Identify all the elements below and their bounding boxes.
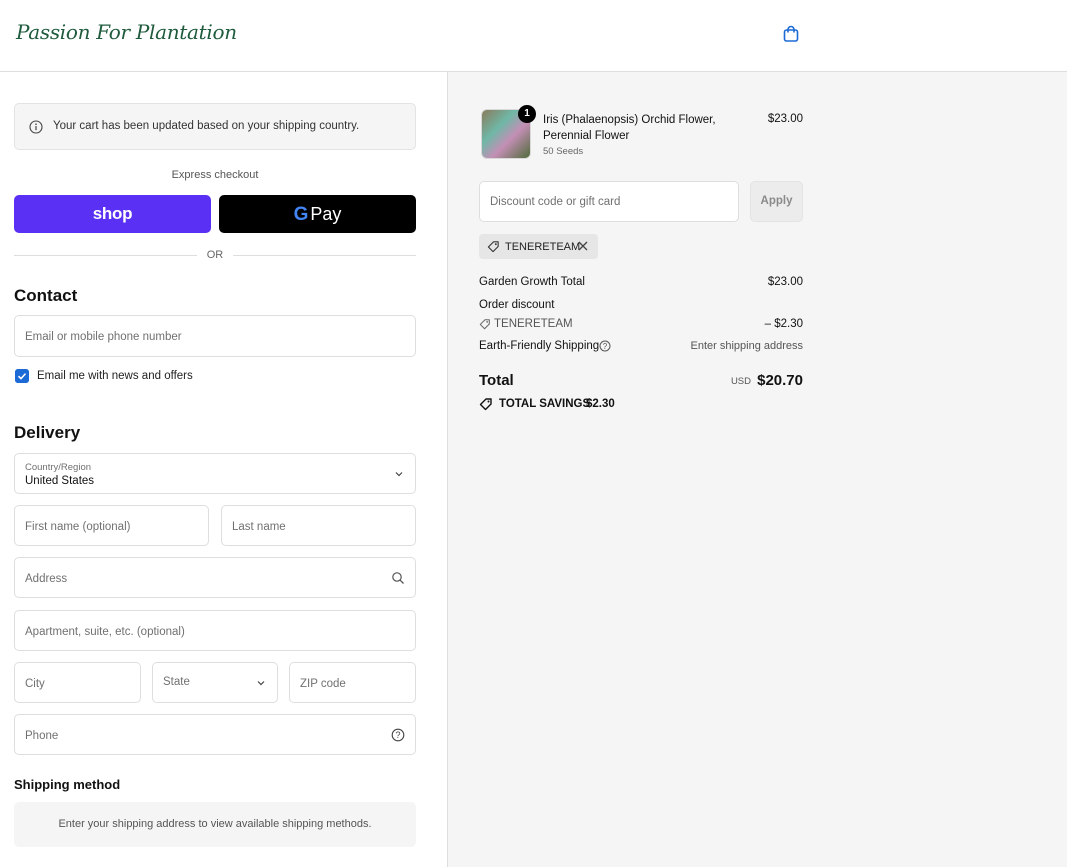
product-variant: 50 Seeds — [543, 146, 584, 157]
subtotal-label: Garden Growth Total — [479, 276, 585, 288]
apartment-placeholder: Apartment, suite, etc. (optional) — [25, 626, 185, 638]
address-field[interactable]: Address — [14, 557, 416, 598]
state-placeholder: State — [163, 676, 190, 688]
google-pay-label: Pay — [310, 204, 342, 224]
delivery-heading: Delivery — [14, 423, 81, 442]
product-name: Iris (Phalaenopsis) Orchid Flower, Peren… — [543, 114, 716, 142]
shipping-label: Earth-Friendly Shipping — [479, 340, 600, 352]
quantity-badge: 1 — [518, 105, 536, 123]
zip-placeholder: ZIP code — [300, 678, 346, 690]
discount-code-label: TENERETEAM — [494, 318, 573, 330]
zip-field[interactable]: ZIP code — [289, 662, 416, 703]
city-placeholder: City — [25, 678, 45, 690]
newsletter-checkbox[interactable] — [15, 369, 29, 383]
shop-pay-button[interactable]: shop — [14, 195, 211, 233]
svg-text:?: ? — [395, 730, 400, 740]
savings-label: TOTAL SAVINGS — [499, 398, 591, 410]
chevron-down-icon — [395, 472, 403, 477]
address-placeholder: Address — [25, 573, 68, 585]
help-icon[interactable]: ? — [391, 728, 405, 742]
country-label: Country/Region — [25, 462, 92, 473]
chevron-down-icon — [257, 681, 265, 686]
google-g-icon: G — [293, 204, 309, 225]
order-summary: 1 Iris (Phalaenopsis) Orchid Flower, Per… — [447, 72, 1067, 867]
info-icon — [29, 120, 43, 134]
savings-value: $2.30 — [586, 398, 615, 410]
newsletter-label: Email me with news and offers — [37, 370, 193, 382]
first-name-field[interactable]: First name (optional) — [14, 505, 209, 546]
tag-icon — [487, 241, 499, 253]
or-divider: OR — [14, 247, 416, 263]
discount-placeholder: Discount code or gift card — [490, 196, 621, 208]
email-field[interactable]: Email or mobile phone number — [14, 315, 416, 357]
country-select[interactable]: Country/Region United States — [14, 453, 416, 494]
store-logo[interactable]: Passion For Plantation — [16, 20, 237, 44]
city-field[interactable]: City — [14, 662, 141, 703]
total-amount: $20.70 — [757, 372, 803, 389]
search-icon — [392, 572, 404, 584]
shopping-bag-icon[interactable] — [781, 24, 801, 44]
phone-field[interactable]: Phone ? — [14, 714, 416, 755]
total-label: Total — [479, 372, 514, 389]
help-icon[interactable]: ? — [599, 340, 611, 352]
shipping-method-heading: Shipping method — [14, 777, 121, 792]
country-value: United States — [25, 475, 95, 487]
discount-code-input[interactable]: Discount code or gift card — [479, 181, 739, 222]
phone-placeholder: Phone — [25, 730, 59, 742]
shipping-value: Enter shipping address — [690, 340, 803, 352]
divider-line — [233, 255, 416, 256]
header: Passion For Plantation — [0, 0, 1067, 72]
discount-value: – $2.30 — [764, 318, 803, 330]
contact-heading: Contact — [14, 286, 78, 305]
order-discount-label: Order discount — [479, 299, 555, 311]
savings-tag-icon — [479, 398, 492, 411]
apply-discount-button[interactable]: Apply — [750, 181, 803, 222]
apartment-field[interactable]: Apartment, suite, etc. (optional) — [14, 610, 416, 651]
first-name-placeholder: First name (optional) — [25, 521, 131, 533]
state-select[interactable]: State — [152, 662, 278, 703]
shipping-method-message: Enter your shipping address to view avai… — [14, 802, 416, 847]
email-placeholder: Email or mobile phone number — [25, 331, 182, 343]
svg-text:?: ? — [603, 342, 608, 351]
subtotal-value: $23.00 — [767, 276, 803, 288]
product-price: $23.00 — [767, 113, 803, 125]
notice-text: Your cart has been updated based on your… — [53, 120, 360, 132]
applied-discount-chip: TENERETEAM — [479, 234, 598, 259]
last-name-placeholder: Last name — [232, 521, 286, 533]
discount-tag-icon — [479, 319, 490, 330]
cart-updated-notice: Your cart has been updated based on your… — [14, 103, 416, 150]
applied-discount-code: TENERETEAM — [505, 241, 581, 253]
remove-discount-icon[interactable] — [577, 240, 589, 252]
last-name-field[interactable]: Last name — [221, 505, 416, 546]
express-checkout-label: Express checkout — [171, 169, 259, 181]
google-pay-button[interactable]: G Pay — [219, 195, 416, 233]
total-currency: USD — [730, 376, 751, 387]
